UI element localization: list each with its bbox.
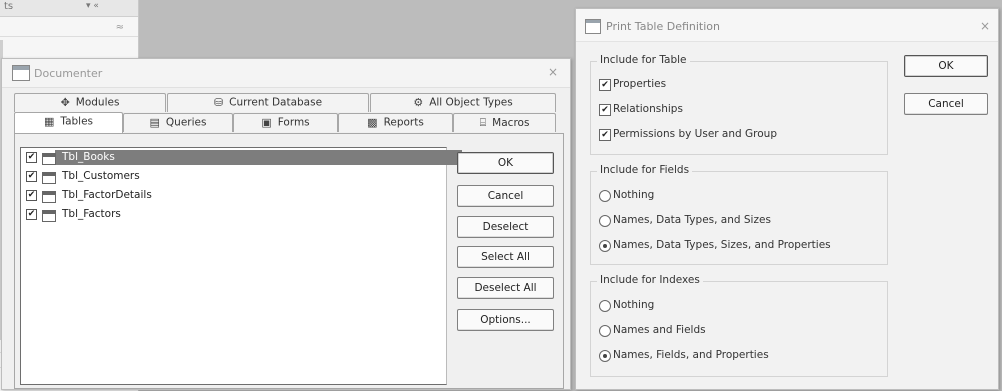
tab-macros[interactable]: ⌸ Macros bbox=[453, 113, 556, 132]
table-icon bbox=[42, 153, 56, 165]
list-item[interactable]: ✔ Tbl_Books bbox=[26, 151, 446, 167]
include-for-fields-group: Include for Fields Nothing Names, Data T… bbox=[590, 164, 888, 265]
table-icon bbox=[42, 172, 56, 184]
documenter-title-bar[interactable]: Documenter × bbox=[2, 59, 570, 88]
tab-label: Modules bbox=[75, 96, 120, 109]
radio-button-selected[interactable] bbox=[599, 240, 611, 252]
checkbox[interactable]: ✔ bbox=[26, 152, 37, 163]
documenter-window-icon bbox=[12, 65, 30, 81]
collapse-chevron-icon[interactable]: ≈ bbox=[116, 22, 124, 33]
checkbox[interactable]: ✔ bbox=[26, 171, 37, 182]
radio-button[interactable] bbox=[599, 300, 611, 312]
list-item-label: Tbl_Customers bbox=[62, 170, 140, 182]
tab-queries[interactable]: ▤ Queries bbox=[123, 113, 233, 132]
include-for-indexes-group: Include for Indexes Nothing Names and Fi… bbox=[590, 274, 888, 377]
tab-label: Tables bbox=[60, 115, 94, 128]
modules-icon: ✥ bbox=[60, 96, 70, 109]
tab-current-database[interactable]: ⛁ Current Database bbox=[167, 93, 369, 112]
list-item-label: Tbl_Books bbox=[60, 151, 117, 163]
select-all-button[interactable]: Select All bbox=[457, 246, 554, 268]
radio-button-selected[interactable] bbox=[599, 350, 611, 362]
form-icon: ▣ bbox=[261, 116, 272, 129]
dialog-window-icon bbox=[585, 19, 601, 34]
tab-forms[interactable]: ▣ Forms bbox=[233, 113, 338, 132]
database-icon: ⛁ bbox=[213, 96, 224, 109]
print-table-definition-title-bar[interactable]: Print Table Definition × bbox=[576, 9, 998, 42]
checkbox[interactable]: ✔ bbox=[26, 190, 37, 201]
print-table-definition-title: Print Table Definition bbox=[606, 20, 721, 33]
tab-label: Queries bbox=[165, 116, 207, 129]
checkbox-label: Properties bbox=[613, 78, 667, 90]
radio-label: Names, Fields, and Properties bbox=[613, 349, 769, 361]
cancel-button[interactable]: Cancel bbox=[904, 93, 988, 115]
query-icon: ▤ bbox=[149, 116, 160, 129]
radio-label: Names, Data Types, Sizes, and Properties bbox=[613, 239, 831, 251]
table-icon bbox=[42, 210, 56, 222]
checkbox-box[interactable]: ✔ bbox=[599, 79, 611, 91]
tab-label: Forms bbox=[277, 116, 310, 129]
checkbox-box[interactable]: ✔ bbox=[599, 129, 611, 141]
all-objects-icon: ⚙ bbox=[413, 96, 424, 109]
ok-button[interactable]: OK bbox=[904, 55, 988, 77]
checkbox-box[interactable]: ✔ bbox=[599, 104, 611, 116]
include-for-indexes-legend: Include for Indexes bbox=[597, 274, 703, 286]
include-for-table-group: Include for Table ✔ Properties ✔ Relatio… bbox=[590, 54, 888, 155]
navigation-group-header[interactable]: ≈ bbox=[0, 22, 138, 37]
checkbox[interactable]: ✔ bbox=[26, 209, 37, 220]
list-item[interactable]: ✔ Tbl_FactorDetails bbox=[26, 189, 446, 205]
report-icon: ▩ bbox=[367, 116, 378, 129]
tab-label: Macros bbox=[492, 117, 530, 129]
tab-all-object-types[interactable]: ⚙ All Object Types bbox=[370, 93, 556, 112]
navigation-pane-controls[interactable]: ▾ « bbox=[86, 1, 99, 11]
navigation-pane-header[interactable]: ts ▾ « bbox=[0, 0, 138, 17]
include-for-fields-legend: Include for Fields bbox=[597, 164, 693, 176]
tab-label: Reports bbox=[383, 116, 424, 129]
list-item-label: Tbl_Factors bbox=[62, 208, 121, 220]
documenter-title: Documenter bbox=[34, 67, 103, 80]
radio-label: Nothing bbox=[613, 299, 655, 311]
checkbox-label: Relationships bbox=[613, 103, 683, 115]
close-icon[interactable]: × bbox=[980, 19, 990, 33]
radio-button[interactable] bbox=[599, 190, 611, 202]
checkbox-label: Permissions by User and Group bbox=[613, 128, 777, 140]
deselect-button[interactable]: Deselect bbox=[457, 216, 554, 238]
tab-modules[interactable]: ✥ Modules bbox=[14, 93, 166, 112]
documenter-dialog: Documenter × ✥ Modules ⛁ Current Database … bbox=[1, 58, 571, 390]
print-table-definition-dialog: Print Table Definition × Include for Tab… bbox=[575, 8, 999, 390]
list-item[interactable]: ✔ Tbl_Customers bbox=[26, 170, 446, 186]
cancel-button[interactable]: Cancel bbox=[457, 185, 554, 207]
radio-button[interactable] bbox=[599, 325, 611, 337]
ok-button[interactable]: OK bbox=[457, 152, 554, 174]
deselect-all-button[interactable]: Deselect All bbox=[457, 277, 554, 299]
table-icon bbox=[42, 191, 56, 203]
tab-reports[interactable]: ▩ Reports bbox=[338, 113, 453, 132]
navigation-pane-title: ts bbox=[4, 1, 14, 12]
radio-label: Names, Data Types, and Sizes bbox=[613, 214, 771, 226]
tables-list[interactable]: ✔ Tbl_Books ✔ Tbl_Customers ✔ Tbl_Factor… bbox=[20, 147, 462, 385]
close-icon[interactable]: × bbox=[548, 65, 558, 79]
include-for-table-legend: Include for Table bbox=[597, 54, 690, 66]
radio-label: Nothing bbox=[613, 189, 655, 201]
tab-tables[interactable]: ▦ Tables bbox=[14, 112, 123, 133]
table-icon: ▦ bbox=[43, 115, 55, 128]
macro-icon: ⌸ bbox=[479, 116, 487, 129]
tab-label: Current Database bbox=[229, 96, 323, 109]
list-item[interactable]: ✔ Tbl_Factors bbox=[26, 208, 446, 224]
radio-button[interactable] bbox=[599, 215, 611, 227]
options-button[interactable]: Options... bbox=[457, 309, 554, 331]
radio-label: Names and Fields bbox=[613, 324, 706, 336]
list-item-label: Tbl_FactorDetails bbox=[62, 189, 152, 201]
tab-label: All Object Types bbox=[429, 96, 513, 109]
